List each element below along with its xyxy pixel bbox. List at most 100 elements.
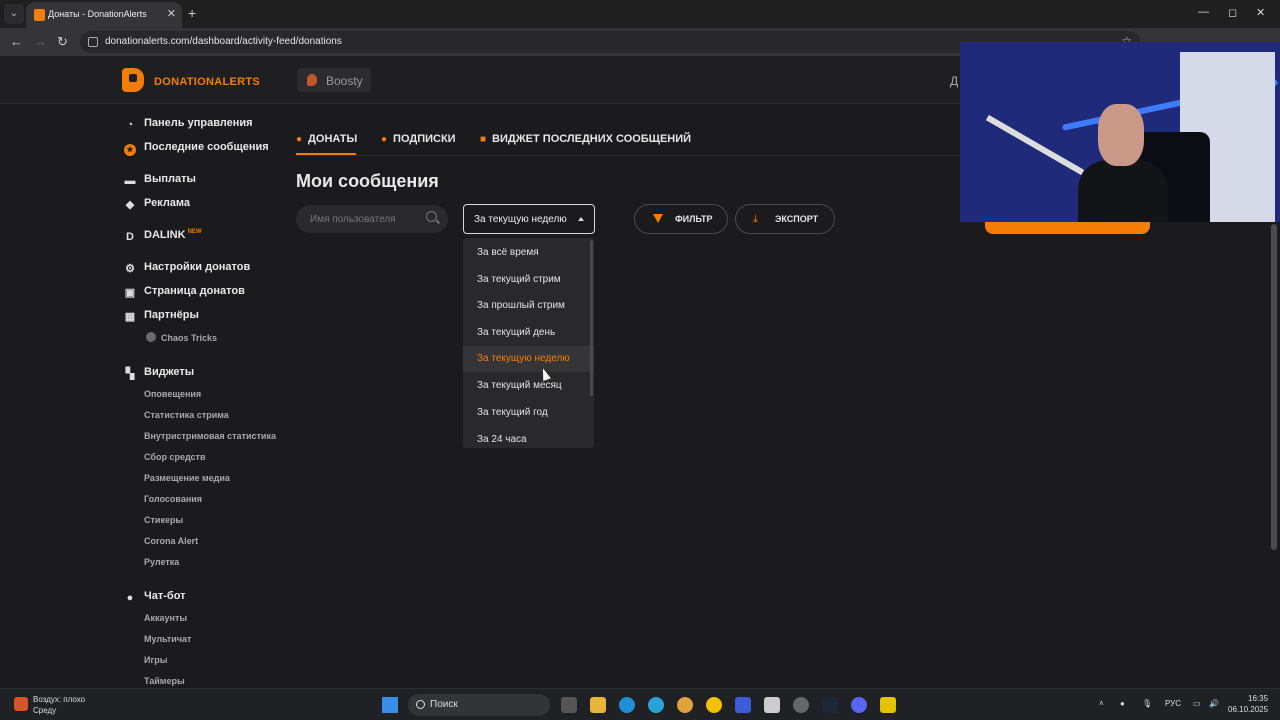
- sidebar-item-donation-settings[interactable]: ⚙ Настройки донатов: [124, 261, 250, 275]
- chatbot-multichat[interactable]: Мультичат: [144, 634, 191, 644]
- ads-icon: ◆: [125, 199, 135, 211]
- app3-icon[interactable]: [880, 697, 896, 713]
- app2-icon[interactable]: [764, 697, 780, 713]
- weather-widget[interactable]: Воздух: плохо Среду: [33, 694, 85, 716]
- period-option-current-year[interactable]: За текущий год: [463, 400, 594, 426]
- username-search-input[interactable]: [296, 205, 448, 233]
- widget-stream-stats[interactable]: Статистика стрима: [144, 410, 229, 420]
- windows-start-icon[interactable]: [382, 697, 398, 713]
- taskbar: Воздух: плохо Среду Поиск ˄ ● 🎙 РУС ▭ 🔊 …: [0, 688, 1280, 720]
- task-view-icon[interactable]: [561, 697, 577, 713]
- logo-text[interactable]: DONATIONALERTS: [154, 76, 260, 88]
- file-explorer-icon[interactable]: [590, 697, 606, 713]
- widget-corona-alert[interactable]: Corona Alert: [144, 536, 198, 546]
- filter-label: ФИЛЬТР: [675, 214, 713, 224]
- widget-media[interactable]: Размещение медиа: [144, 473, 230, 483]
- close-window-icon[interactable]: ✕: [1256, 6, 1265, 19]
- period-select[interactable]: За текущую неделю: [463, 204, 595, 234]
- new-badge: NEW: [187, 229, 202, 235]
- reload-icon[interactable]: ↻: [57, 34, 68, 50]
- browser-tab[interactable]: Донаты - DonationAlerts ✕: [26, 2, 182, 28]
- clock[interactable]: 16:35 06.10.2025: [1228, 693, 1268, 715]
- period-option-all-time[interactable]: За всё время: [463, 240, 594, 266]
- webcam-overlay: [960, 42, 1280, 222]
- export-button[interactable]: ⤓ ЭКСПОРТ: [735, 204, 835, 234]
- period-option-current-day[interactable]: За текущий день: [463, 320, 594, 346]
- period-option-24h[interactable]: За 24 часа: [463, 427, 594, 448]
- period-option-last-stream[interactable]: За прошлый стрим: [463, 293, 594, 319]
- chatbot-timers[interactable]: Таймеры: [144, 676, 185, 686]
- close-tab-icon[interactable]: ✕: [167, 7, 176, 20]
- widget-roulette[interactable]: Рулетка: [144, 557, 179, 567]
- sidebar-item-widgets[interactable]: ▚ Виджеты: [124, 366, 194, 380]
- volume-icon[interactable]: 🔊: [1209, 699, 1219, 708]
- period-option-current-week[interactable]: За текущую неделю: [463, 346, 594, 372]
- period-option-current-stream[interactable]: За текущий стрим: [463, 267, 594, 293]
- widget-polls[interactable]: Голосования: [144, 494, 202, 504]
- sidebar-item-dalink[interactable]: D DALINK NEW: [124, 229, 202, 243]
- forward-icon[interactable]: →: [34, 34, 47, 49]
- network-icon[interactable]: ●: [1120, 699, 1125, 708]
- tray-chevron-icon[interactable]: ˄: [1099, 699, 1104, 708]
- stats-app-icon[interactable]: [735, 697, 751, 713]
- dropdown-scrollbar[interactable]: [590, 240, 593, 396]
- widget-icon: ■: [480, 134, 487, 145]
- download-icon: ⤓: [753, 213, 758, 225]
- caret-up-icon: [578, 217, 584, 221]
- weather-title: Воздух: плохо: [33, 695, 86, 704]
- boosty-button[interactable]: Boosty: [297, 68, 371, 92]
- back-icon[interactable]: ←: [10, 34, 23, 49]
- taskbar-search[interactable]: Поиск: [408, 694, 550, 716]
- sidebar-item-ads[interactable]: ◆ Реклама: [124, 197, 190, 211]
- tab-last-messages-widget[interactable]: ■ ВИДЖЕТ ПОСЛЕДНИХ СООБЩЕНИЙ: [480, 133, 691, 145]
- monitor-icon[interactable]: ▭: [1193, 699, 1201, 708]
- search-icon[interactable]: [426, 211, 437, 222]
- language-indicator[interactable]: РУС: [1165, 699, 1181, 708]
- orange-button-strip[interactable]: [985, 222, 1150, 234]
- obs-icon[interactable]: [793, 697, 809, 713]
- microphone-icon[interactable]: 🎙: [1142, 699, 1152, 708]
- widget-instream-stats[interactable]: Внутристримовая статистика: [144, 431, 276, 441]
- sidebar-item-donation-page[interactable]: ▣ Страница донатов: [124, 285, 245, 299]
- edge-icon[interactable]: [619, 697, 635, 713]
- sidebar-item-payouts[interactable]: ▬ Выплаты: [124, 173, 196, 187]
- weather-icon[interactable]: [14, 697, 28, 711]
- partner-chaos-tricks[interactable]: Chaos Tricks: [146, 332, 217, 343]
- widget-stickers[interactable]: Стикеры: [144, 515, 183, 525]
- filter-button[interactable]: ФИЛЬТР: [634, 204, 728, 234]
- sidebar-item-chatbot[interactable]: ● Чат-бот: [124, 590, 186, 604]
- donationalerts-logo-icon[interactable]: [122, 68, 144, 92]
- dashboard-icon: ◔: [126, 119, 134, 131]
- tab-subscriptions[interactable]: ● ПОДПИСКИ: [381, 133, 456, 145]
- chatbot-games[interactable]: Игры: [144, 655, 167, 665]
- period-option-current-month[interactable]: За текущий месяц: [463, 373, 594, 399]
- sidebar-item-dashboard[interactable]: ◔ Панель управления: [124, 117, 253, 131]
- tab-donations[interactable]: ● ДОНАТЫ: [296, 133, 357, 145]
- chatbot-accounts[interactable]: Аккаунты: [144, 613, 187, 623]
- discord-icon[interactable]: [851, 697, 867, 713]
- sidebar-item-partners[interactable]: ▦ Партнёры: [124, 309, 199, 323]
- maximize-icon[interactable]: ◻: [1228, 6, 1237, 19]
- person-head: [1098, 104, 1144, 166]
- steam-icon[interactable]: [822, 697, 838, 713]
- star-icon: ★: [124, 144, 136, 156]
- widget-fundraising[interactable]: Сбор средств: [144, 452, 205, 462]
- taskbar-search-label: Поиск: [430, 699, 458, 710]
- telegram-icon[interactable]: [648, 697, 664, 713]
- sidebar-item-recent-messages[interactable]: ★ Последние сообщения: [124, 141, 269, 156]
- minimize-icon[interactable]: —: [1198, 6, 1209, 18]
- new-tab-icon[interactable]: +: [188, 5, 196, 21]
- chrome-icon[interactable]: [677, 697, 693, 713]
- search-icon: [416, 700, 425, 709]
- app-icon[interactable]: [706, 697, 722, 713]
- widget-alerts[interactable]: Оповещения: [144, 389, 201, 399]
- person-body: [1078, 160, 1168, 222]
- page-scrollbar[interactable]: [1271, 224, 1277, 550]
- header-right-text: Д: [950, 74, 959, 88]
- tab-list-button[interactable]: ⌄: [4, 4, 24, 24]
- period-select-value: За текущую неделю: [474, 214, 567, 225]
- partners-icon: ▦: [124, 311, 136, 323]
- filter-icon: [653, 214, 663, 223]
- site-info-icon[interactable]: [88, 37, 98, 47]
- widgets-icon: ▚: [125, 368, 135, 380]
